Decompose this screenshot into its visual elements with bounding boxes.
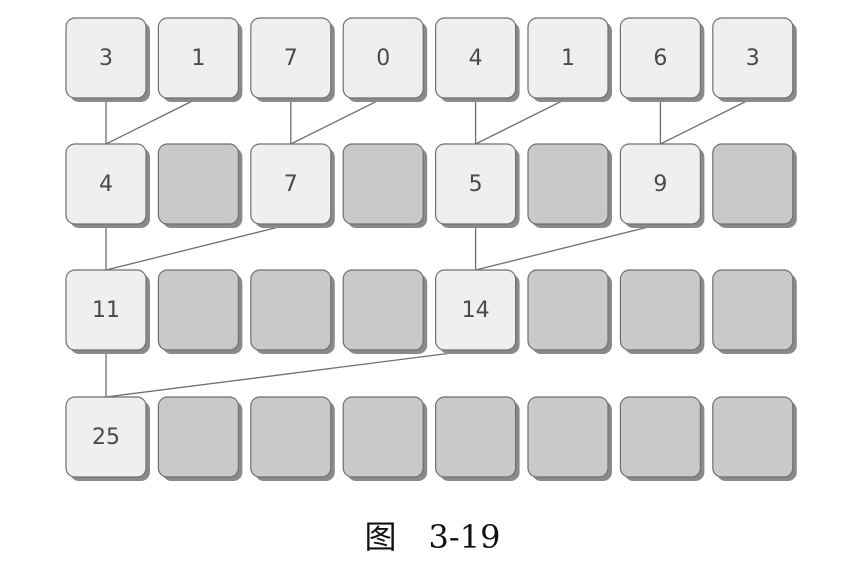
- cell-box: [342, 396, 424, 478]
- cell-box: [250, 396, 332, 478]
- empty-cell: [342, 269, 428, 354]
- cell-value: 5: [469, 172, 483, 197]
- value-cell: 3: [65, 17, 150, 102]
- cell-box: [157, 143, 239, 225]
- empty-cell: [712, 396, 797, 481]
- cell-value: 3: [99, 46, 113, 71]
- connector-line: [105, 349, 476, 398]
- cell-value: 6: [653, 46, 667, 71]
- empty-cell: [712, 269, 797, 354]
- value-cell: 14: [435, 269, 520, 354]
- empty-cell: [250, 269, 335, 354]
- value-cell: 5: [435, 143, 520, 228]
- cell-grid: 3 1 7 0 4 1 6 3 4 7 5 9 11 14 25: [65, 17, 797, 481]
- cell-box: [157, 396, 239, 478]
- value-cell: 7: [250, 143, 335, 228]
- empty-cell: [435, 396, 520, 481]
- empty-cell: [527, 143, 612, 228]
- value-cell: 4: [435, 17, 520, 102]
- cell-value: 0: [376, 46, 390, 71]
- value-cell: 6: [619, 17, 705, 102]
- value-cell: 3: [712, 17, 797, 102]
- value-cell: 1: [157, 17, 243, 102]
- cell-box: [342, 269, 424, 351]
- cell-box: [157, 269, 239, 351]
- cell-value: 4: [469, 46, 483, 71]
- empty-cell: [342, 143, 428, 228]
- cell-box: [527, 143, 609, 225]
- empty-cell: [250, 396, 335, 481]
- cell-value: 4: [99, 172, 113, 197]
- value-cell: 9: [619, 143, 705, 228]
- value-cell: 11: [65, 269, 150, 354]
- cell-value: 9: [653, 172, 667, 197]
- cell-value: 14: [462, 298, 490, 323]
- empty-cell: [527, 269, 612, 354]
- connector-line: [105, 223, 291, 271]
- connector-line: [475, 97, 569, 145]
- empty-cell: [342, 396, 428, 481]
- value-cell: 7: [250, 17, 335, 102]
- value-cell: 4: [65, 143, 150, 228]
- empty-cell: [619, 396, 705, 481]
- value-cell: 25: [65, 396, 150, 481]
- value-cell: 1: [527, 17, 612, 102]
- connector-line: [475, 223, 661, 271]
- cell-value: 25: [92, 425, 120, 450]
- cell-box: [712, 396, 794, 478]
- connector-line: [660, 97, 754, 145]
- empty-cell: [527, 396, 612, 481]
- cell-box: [712, 269, 794, 351]
- cell-box: [527, 396, 609, 478]
- cell-box: [712, 143, 794, 225]
- cell-value: 7: [284, 46, 298, 71]
- cell-box: [619, 396, 702, 478]
- cell-box: [250, 269, 332, 351]
- cell-value: 7: [284, 172, 298, 197]
- cell-value: 11: [92, 298, 120, 323]
- value-cell: 0: [342, 17, 428, 102]
- empty-cell: [157, 143, 243, 228]
- cell-value: 3: [746, 46, 760, 71]
- connector-line: [105, 97, 199, 145]
- cell-value: 1: [561, 46, 575, 71]
- connector-line: [290, 97, 384, 145]
- figure-caption: 图 3-19: [364, 518, 501, 556]
- cell-box: [619, 269, 702, 351]
- empty-cell: [712, 143, 797, 228]
- empty-cell: [619, 269, 705, 354]
- cell-box: [435, 396, 517, 478]
- reduction-diagram: 3 1 7 0 4 1 6 3 4 7 5 9 11 14 25: [65, 17, 797, 481]
- empty-cell: [157, 269, 243, 354]
- empty-cell: [157, 396, 243, 481]
- cell-value: 1: [191, 46, 205, 71]
- cell-box: [527, 269, 609, 351]
- cell-box: [342, 143, 424, 225]
